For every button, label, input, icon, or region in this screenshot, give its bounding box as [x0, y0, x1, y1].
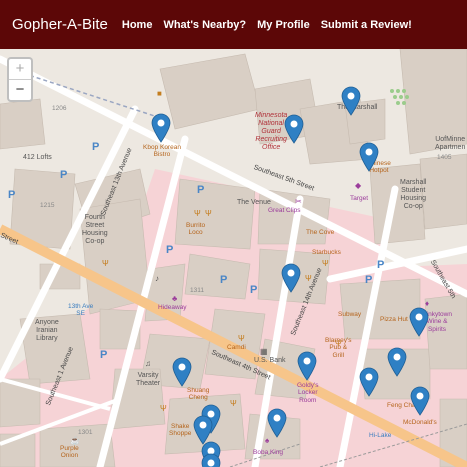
building-number: 1405 [437, 154, 452, 161]
location-marker[interactable] [359, 142, 379, 172]
location-marker[interactable] [387, 347, 407, 377]
place-label: Boba King [253, 449, 283, 456]
map-pin-icon [267, 408, 287, 438]
place-label: The Venue [237, 199, 271, 206]
map-pin-icon [172, 357, 192, 387]
map-pin-icon [359, 367, 379, 397]
building-number: 1301 [78, 429, 93, 436]
restaurant-icon: Ψ [238, 334, 245, 343]
parking-icon: P [220, 274, 228, 286]
navbar: Gopher-A-Bite Home What's Nearby? My Pro… [0, 0, 467, 49]
place-label: Great Clips [268, 207, 301, 214]
restaurant-icon: Ψ [205, 209, 212, 218]
parking-icon: P [60, 169, 68, 181]
shopping-icon: ◆ [355, 181, 362, 190]
location-marker[interactable] [281, 263, 301, 293]
bus-stop-icon: ■ [157, 89, 162, 98]
nav-link-nearby[interactable]: What's Nearby? [163, 19, 246, 31]
map-pin-icon [281, 263, 301, 293]
place-label: Hideaway [158, 304, 187, 311]
parking-icon: P [365, 274, 373, 286]
map-pin-icon [284, 114, 304, 144]
place-label: Anyone Iranian Library [35, 319, 59, 343]
map-pin-icon [151, 113, 171, 143]
location-marker[interactable] [341, 86, 361, 116]
location-marker[interactable] [359, 367, 379, 397]
location-marker[interactable] [201, 453, 221, 467]
restaurant-icon: Ψ [160, 404, 167, 413]
shopping-icon: ✂ [295, 197, 302, 206]
map-pin-icon [297, 351, 317, 381]
place-label: Marshall Student Housing Co-op [400, 179, 427, 211]
nav-link-submit-review[interactable]: Submit a Review! [321, 19, 412, 31]
nav-link-profile[interactable]: My Profile [257, 19, 310, 31]
place-label: 13th Ave SE [68, 303, 94, 318]
restaurant-icon: Ψ [194, 209, 201, 218]
place-label: Minnesota National Guard Recruiting Offi… [255, 112, 288, 152]
parking-icon: P [100, 349, 108, 361]
location-marker[interactable] [151, 113, 171, 143]
restaurant-icon: Ψ [335, 339, 342, 348]
restaurant-icon: Ψ [230, 399, 237, 408]
bank-icon: ▦ [260, 347, 268, 356]
map-pin-icon [409, 307, 429, 337]
shopping-icon: ♣ [172, 294, 178, 303]
building-number: 1311 [190, 287, 204, 294]
place-label: Varsity Theater [136, 372, 161, 388]
location-marker[interactable] [284, 114, 304, 144]
map-pin-icon [410, 386, 430, 416]
parking-icon: P [197, 184, 205, 196]
brand-title[interactable]: Gopher-A-Bite [12, 16, 108, 33]
map-pin-icon [201, 453, 221, 467]
location-marker[interactable] [409, 307, 429, 337]
place-label: Shuang Cheng [187, 387, 210, 402]
place-label: Shake Shoppe [169, 423, 192, 438]
zoom-control: + − [7, 57, 33, 102]
parking-icon: P [92, 141, 100, 153]
parking-icon: P [8, 189, 16, 201]
place-label: Purple Onion [60, 445, 79, 460]
place-label: Hi-Lake [369, 432, 392, 439]
map-view[interactable]: 1206 1215 1311 1301 1405 412 Lofts Fourt… [0, 49, 467, 467]
place-label: Subway [338, 311, 362, 318]
place-label: Fourth Street Housing Co-op [82, 214, 108, 246]
restaurant-icon: Ψ [102, 259, 109, 268]
zoom-out-button[interactable]: − [9, 80, 31, 100]
place-label: Kbop Korean Bistro [143, 144, 181, 159]
place-label: Starbucks [312, 249, 341, 256]
location-marker[interactable] [410, 386, 430, 416]
place-label: UofMinne Apartmen [435, 136, 466, 152]
map-pin-icon [341, 86, 361, 116]
location-marker[interactable] [297, 351, 317, 381]
location-marker[interactable] [172, 357, 192, 387]
place-label: Pizza Hut [380, 316, 408, 323]
restaurant-icon: Ψ [305, 274, 312, 283]
place-label: Camdi [227, 344, 246, 351]
restaurant-icon: Ψ [322, 259, 329, 268]
place-label: U.S. Bank [254, 357, 286, 364]
place-label: Goldy's Locker Room [297, 382, 319, 404]
parking-icon: P [166, 244, 174, 256]
place-label: The Cove [306, 229, 335, 236]
building-number: 1215 [40, 202, 55, 209]
place-label: Burrito Loco [186, 222, 206, 237]
building-number: 1206 [52, 105, 67, 112]
zoom-in-button[interactable]: + [9, 59, 31, 80]
map-pin-icon [387, 347, 407, 377]
music-icon: ♪ [155, 274, 159, 283]
place-label: McDonald's [403, 419, 437, 426]
parking-icon: P [377, 259, 385, 271]
parking-icon: P [250, 284, 258, 296]
location-marker[interactable] [267, 408, 287, 438]
theater-icon: ♫ [145, 359, 151, 368]
nav-link-home[interactable]: Home [122, 19, 153, 31]
restaurant-icon: ☕ [70, 436, 80, 445]
map-pin-icon [359, 142, 379, 172]
place-label: Target [350, 195, 369, 202]
place-label: 412 Lofts [23, 154, 52, 161]
